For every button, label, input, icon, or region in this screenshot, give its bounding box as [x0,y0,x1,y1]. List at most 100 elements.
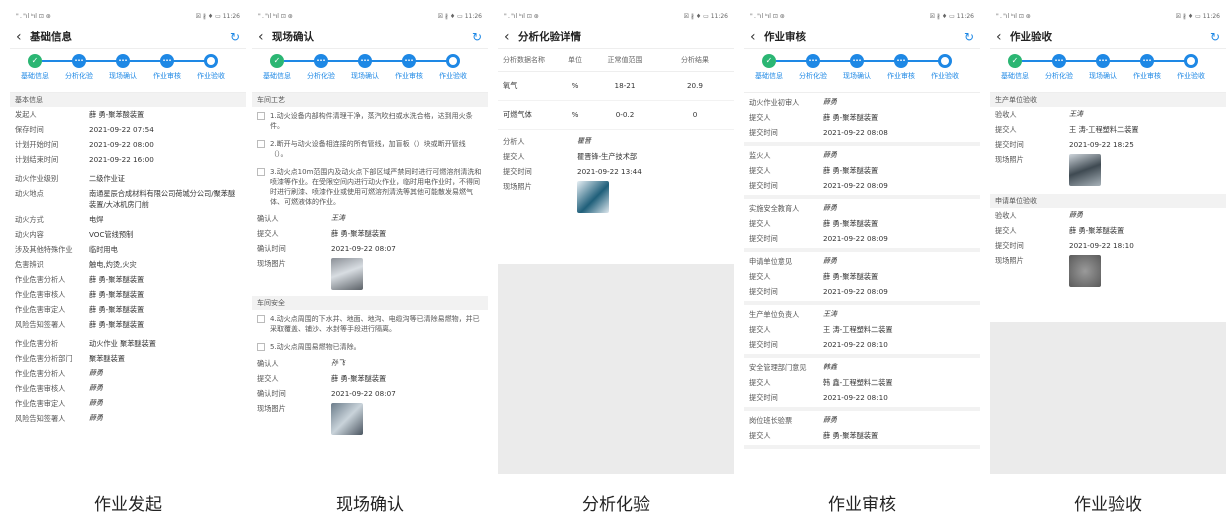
row-label: 验收人 [995,211,1017,220]
row-label: 动火地点 [15,189,44,198]
caption: 分析化验 [582,495,650,515]
row-value: 薛勇 [89,369,103,377]
row-label: 提交时间 [995,140,1024,149]
info-row: 现场照片 [990,152,1226,188]
row-value: 薛勇 [1069,211,1083,219]
table-cell: 20.9 [686,81,703,90]
row-value: 薛勇 [823,257,837,265]
info-row: 提交时间 2021-09-22 08:09 [744,284,980,299]
row-value: 薛 勇-聚苯醚装置 [89,275,145,284]
info-row: 动火作业初审人 薛勇 [744,95,980,110]
info-row: 分析人 瞿晋 [498,134,734,149]
info-row: 作业危害审定人 薛勇 [10,396,246,411]
checkbox[interactable] [257,112,265,120]
caption: 作业发起 [94,495,162,515]
row-label: 确认人 [257,359,279,368]
row-value: 2021-09-22 08:10 [823,393,888,402]
row-label: 发起人 [15,110,37,119]
info-row: 生产单位负责人 王涛 [744,307,980,322]
back-icon[interactable]: ‹ [258,29,272,45]
review-group: 生产单位负责人 王涛 提交人 王 涛-工程塑料二装置 提交时间 2021-09-22 08… [744,305,980,358]
info-row: 提交时间 2021-09-22 08:09 [744,231,980,246]
back-icon[interactable]: ‹ [996,29,1010,45]
row-label: 作业危害分析人 [15,369,66,378]
check-icon: ✓ [28,54,42,68]
checkbox[interactable] [257,140,265,148]
site-photo[interactable] [577,181,609,213]
row-value: 孙飞 [331,359,345,367]
info-row: 提交时间 2021-09-22 08:10 [744,390,980,405]
row-value [331,403,483,435]
row-label: 提交人 [749,219,771,228]
info-row: 风险告知签署人 薛 勇-聚苯醚装置 [10,317,246,332]
checkbox[interactable] [257,168,265,176]
info-row: 动火地点 南通星辰合成材料有限公司荷城分公司/聚苯醚装置/大冰机房门前 [10,186,246,212]
checklist-item[interactable]: 4.动火点周围的下水井、地面、地沟、电缆沟等已清除易燃物，并已采取覆盖、铺沙、水… [252,310,488,338]
row-value [1069,255,1221,287]
row-value: 薛 勇-聚苯醚装置 [89,320,145,329]
info-row: 动火方式 电焊 [10,212,246,227]
info-row: 提交人 韩 鑫-工程塑料二装置 [744,375,980,390]
header: ‹ 现场确认 ↻ [252,25,488,49]
row-label: 动火作业初审人 [749,98,800,107]
target-icon [446,54,460,68]
info-row: 提交人 薛 勇-聚苯醚装置 [744,163,980,178]
row-value [577,181,729,213]
row-value: 薛勇 [823,98,837,106]
row-value: 临时用电 [89,245,118,254]
table-cell: 氧气 [503,81,518,90]
back-icon[interactable]: ‹ [16,29,30,45]
refresh-icon[interactable]: ↻ [230,30,240,44]
row-value: 薛 勇-聚苯醚装置 [89,290,145,299]
table-cell: 可燃气体 [503,110,532,119]
checklist-item[interactable]: 5.动火点周围易燃物已清除。 [252,338,488,356]
info-row: 提交时间 2021-09-22 18:25 [990,137,1226,152]
row-value: 2021-09-22 08:09 [823,287,888,296]
more-icon: ··· [160,54,174,68]
review-group: 动火作业初审人 薛勇 提交人 薛 勇-聚苯醚装置 提交时间 2021-09-22 08:0… [744,93,980,146]
row-value: 2021-09-22 13:44 [577,167,642,176]
row-label: 申请单位意见 [749,257,793,266]
refresh-icon[interactable]: ↻ [472,30,482,44]
row-label: 分析人 [503,137,525,146]
row-value: 南通星辰合成材料有限公司荷城分公司/聚苯醚装置/大冰机房门前 [89,189,236,209]
info-row: 危害辨识 触电,灼烫,火灾 [10,257,246,272]
row-value: 薛 勇-聚苯醚装置 [89,305,145,314]
site-photo[interactable] [331,403,363,435]
back-icon[interactable]: ‹ [750,29,764,45]
site-photo[interactable] [331,258,363,290]
info-row: 提交人 薛 勇-聚苯醚装置 [252,371,488,386]
back-icon[interactable]: ‹ [504,29,518,45]
info-row: 现场照片 [498,179,734,215]
refresh-icon[interactable]: ↻ [1210,30,1220,44]
info-row: 作业危害审定人 薛 勇-聚苯醚装置 [10,302,246,317]
checkbox[interactable] [257,343,265,351]
checkbox[interactable] [257,315,265,323]
info-row: 动火内容 VOC管线预制 [10,227,246,242]
checklist-item[interactable]: 2.断开与动火设备相连接的所有管线，加盲板（）块或断开管线（）。 [252,135,488,163]
info-row: 提交人 薛 勇-聚苯醚装置 [744,216,980,231]
row-label: 现场图片 [257,404,286,413]
row-value: 2021-09-22 08:09 [823,234,888,243]
caption: 作业审核 [828,495,896,515]
row-label: 风险告知签署人 [15,414,66,423]
refresh-icon[interactable]: ↻ [964,30,974,44]
checklist-item[interactable]: 1.动火设备内部构件清理干净，蒸汽吹扫或水洗合格，达到用火条件。 [252,107,488,135]
row-label: 提交人 [749,325,771,334]
info-row: 验收人 薛勇 [990,208,1226,223]
row-label: 安全管理部门意见 [749,363,807,372]
site-photo[interactable] [1069,255,1101,287]
site-photo[interactable] [1069,154,1101,186]
table-row: 氧气% 18-21 20.9 [498,72,734,101]
checklist-item[interactable]: 3.动火点10m范围内及动火点下部区域严禁同时进行可燃溶剂清洗和喷漆等作业。在受… [252,163,488,211]
progress-steps: ✓ 基础信息 ··· 分析化验 ··· 现场确认 ··· 作业审核 作业验收 [10,49,246,93]
page-title: 基础信息 [30,31,72,43]
info-row: 提交人 薛 勇-聚苯醚装置 [744,428,980,443]
checklist-text: 3.动火点10m范围内及动火点下部区域严禁同时进行可燃溶剂清洗和喷漆等作业。在受… [270,168,482,206]
row-label: 提交时间 [749,234,778,243]
screens-composite: " . "ıl ᵇıl ⊡ ⊛ ☒ ∦ ♦ ▭ 11:26 ‹ 基础信息 ↻ ✓ 基… [0,0,1227,523]
row-value: 薛 勇-聚苯醚装置 [331,374,387,383]
table-cell: 18-21 [614,81,636,90]
table-row: 可燃气体% 0-0.2 0 [498,101,734,130]
row-label: 提交人 [257,374,279,383]
